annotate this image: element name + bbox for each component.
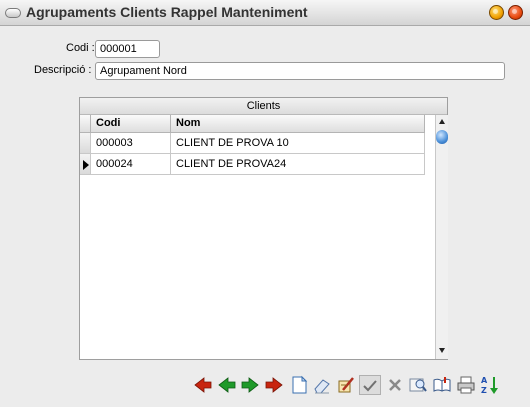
scroll-up-icon[interactable] [439,119,445,124]
first-record-button[interactable] [193,375,213,395]
cell-codi[interactable]: 000024 [91,154,171,175]
codi-field[interactable]: 000001 [95,40,160,58]
row-indicator [80,133,91,154]
erase-icon [314,379,330,394]
cell-nom[interactable]: CLIENT DE PROVA 10 [171,133,425,154]
edit-button[interactable] [336,375,356,395]
last-icon [265,377,283,393]
window-menu-icon[interactable] [5,8,21,18]
print-button[interactable] [456,375,476,395]
current-row-icon [83,160,89,170]
print-icon [457,376,475,394]
next-icon [241,377,259,393]
cancel-icon [389,379,401,391]
svg-text:A: A [481,376,488,385]
close-button[interactable] [508,5,523,20]
minimize-button[interactable] [489,5,504,20]
search-icon [409,378,427,392]
window-title: Agrupaments Clients Rappel Manteniment [26,4,308,20]
last-record-button[interactable] [264,375,284,395]
book-icon [433,377,451,392]
codi-label: Codi : [66,42,95,54]
title-bar[interactable]: Agrupaments Clients Rappel Manteniment [0,0,530,26]
confirm-icon [363,380,377,392]
previous-icon [218,377,236,393]
navigator-toolbar: AZ [193,375,503,395]
next-record-button[interactable] [240,375,260,395]
scroll-down-icon[interactable] [439,348,445,353]
confirm-button[interactable] [359,375,381,395]
cell-codi[interactable]: 000003 [91,133,171,154]
row-indicator [80,154,91,175]
edit-icon [338,377,354,393]
sort-az-icon: AZ [481,376,498,395]
previous-record-button[interactable] [217,375,237,395]
cell-nom[interactable]: CLIENT DE PROVA24 [171,154,425,175]
table-row[interactable]: 000003 CLIENT DE PROVA 10 [80,133,425,154]
column-header-nom[interactable]: Nom [171,115,425,133]
descripcio-label: Descripció : [34,64,92,76]
scroll-thumb[interactable] [436,130,448,144]
cancel-button[interactable] [385,375,405,395]
clients-grid[interactable]: Clients Codi Nom 000003 CLIENT DE PROVA … [79,97,448,360]
row-indicator-header [80,115,91,133]
column-header-codi[interactable]: Codi [91,115,171,133]
vertical-scrollbar[interactable] [435,115,448,359]
grid-caption: Clients [80,98,447,115]
svg-text:Z: Z [481,386,487,395]
table-row[interactable]: 000024 CLIENT DE PROVA24 [80,154,425,175]
new-record-icon [292,375,308,394]
erase-button[interactable] [312,375,332,395]
book-button[interactable] [432,375,452,395]
search-button[interactable] [408,375,428,395]
sort-button[interactable]: AZ [480,375,500,395]
new-record-button[interactable] [289,375,309,395]
first-icon [194,377,212,393]
descripcio-field[interactable]: Agrupament Nord [95,62,505,80]
